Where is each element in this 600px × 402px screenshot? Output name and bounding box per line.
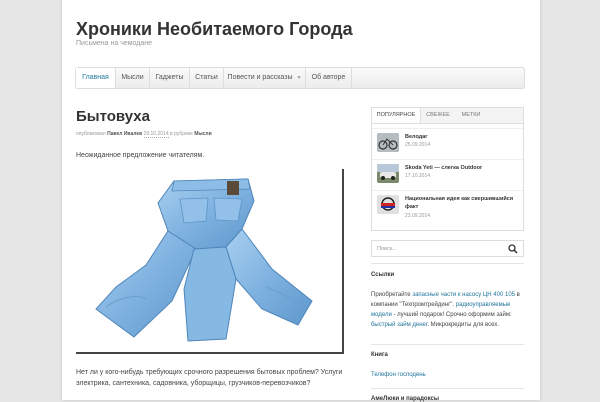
links-text: Приобретайте — [371, 292, 411, 298]
nav-item-label: Повести и рассказы — [227, 74, 293, 81]
nav-item-label: Мысли — [121, 74, 144, 81]
popular-post-date: 17.10.2014 — [405, 173, 431, 179]
divider — [371, 263, 524, 264]
nav-item-label: Об авторе — [311, 74, 346, 81]
search-placeholder: Поиск... — [377, 246, 397, 252]
nav-item-label: Статьи — [195, 74, 218, 81]
post-date: 29.10.2014 — [143, 131, 169, 138]
car-thumbnail-icon — [377, 164, 399, 183]
tab-label: СВЕЖЕЕ — [426, 112, 450, 118]
search-input[interactable]: Поиск... — [371, 240, 524, 257]
popular-post-date: 25.09.2014 — [405, 142, 431, 148]
post-author-link[interactable]: Павел Ивалев — [107, 131, 142, 137]
post-title[interactable]: Бытовуха — [76, 108, 150, 125]
tab-label: МЕТКИ — [461, 112, 481, 118]
post-thumbnail — [377, 133, 399, 152]
nav-item-about[interactable]: Об авторе — [306, 68, 352, 88]
meta-prefix: опубликовал — [76, 131, 106, 137]
tab-popular[interactable]: ПОПУЛЯРНОЕ — [372, 108, 421, 123]
links-text: . Микрокредиты для всех. — [427, 322, 499, 328]
search-icon[interactable] — [508, 244, 518, 254]
bike-thumbnail-icon — [377, 133, 399, 152]
list-item[interactable]: Skoda Yeti — слегка Outdoor 17.10.2014 — [372, 159, 523, 187]
tab-recent[interactable]: СВЕЖЕЕ — [420, 108, 456, 123]
post-body: Нет ли у кого-нибудь требующих срочного … — [76, 369, 343, 387]
nav-item-home[interactable]: Главная — [76, 68, 116, 88]
main-nav: Главная Мысли Гаджеты Статьи Повести и р… — [75, 67, 525, 89]
post-category-link[interactable]: Мысли — [194, 131, 211, 137]
link-pump-parts[interactable]: запасные части к насосу ЦН 400 105 — [412, 292, 515, 298]
post-meta: опубликовал Павел Ивалев 29.10.2014 в ру… — [76, 131, 212, 138]
popular-post-title[interactable]: Велодаг — [405, 133, 515, 141]
link-fast-loan[interactable]: быстрый займ денег — [371, 322, 427, 328]
popular-post-title[interactable]: Национальная идея как свершившийся факт — [405, 195, 515, 211]
nav-item-thoughts[interactable]: Мысли — [116, 68, 150, 88]
page-container: Хроники Необитаемого Города Письмена на … — [62, 0, 540, 402]
nav-item-gadgets[interactable]: Гаджеты — [150, 68, 190, 88]
post-image-jeans — [76, 169, 344, 354]
nav-item-articles[interactable]: Статьи — [190, 68, 224, 88]
tab-label: ПОПУЛЯРНОЕ — [376, 112, 416, 118]
nav-item-stories[interactable]: Повести и рассказы ▼ — [224, 68, 306, 88]
jeans-illustration — [95, 178, 313, 342]
divider — [371, 388, 524, 389]
list-item[interactable]: Национальная идея как свершившийся факт … — [372, 190, 523, 231]
site-title[interactable]: Хроники Необитаемого Города — [76, 19, 353, 40]
next-widget-title: АмеЛюки и парадоксы — [371, 396, 439, 402]
post-thumbnail — [377, 195, 399, 214]
links-widget-text: Приобретайте запасные части к насосу ЦН … — [371, 290, 524, 330]
site-description: Письмена на чемодане — [76, 40, 153, 47]
tab-tags[interactable]: МЕТКИ — [456, 108, 486, 123]
nav-item-label: Главная — [82, 74, 109, 81]
popular-tabs-widget: ПОПУЛЯРНОЕ СВЕЖЕЕ МЕТКИ Велодаг 25.09.20… — [371, 107, 524, 231]
links-text: - лучший подарок! Срочно оформим займ: — [393, 312, 512, 318]
post-intro: Неожиданное предложение читателям. — [76, 152, 205, 159]
popular-post-date: 23.09.2014 — [405, 213, 431, 219]
divider — [371, 344, 524, 345]
book-link[interactable]: Телефон господень — [371, 370, 524, 380]
idea-thumbnail-icon — [377, 195, 399, 214]
book-widget-title: Книга — [371, 352, 388, 358]
popular-post-title[interactable]: Skoda Yeti — слегка Outdoor — [405, 164, 515, 172]
list-item[interactable]: Велодаг 25.09.2014 — [372, 128, 523, 156]
nav-item-label: Гаджеты — [155, 74, 184, 81]
chevron-down-icon: ▼ — [296, 75, 302, 81]
post-thumbnail — [377, 164, 399, 183]
links-widget-title: Ссылки — [371, 272, 395, 278]
meta-category-prefix: в рубрике — [170, 131, 193, 137]
